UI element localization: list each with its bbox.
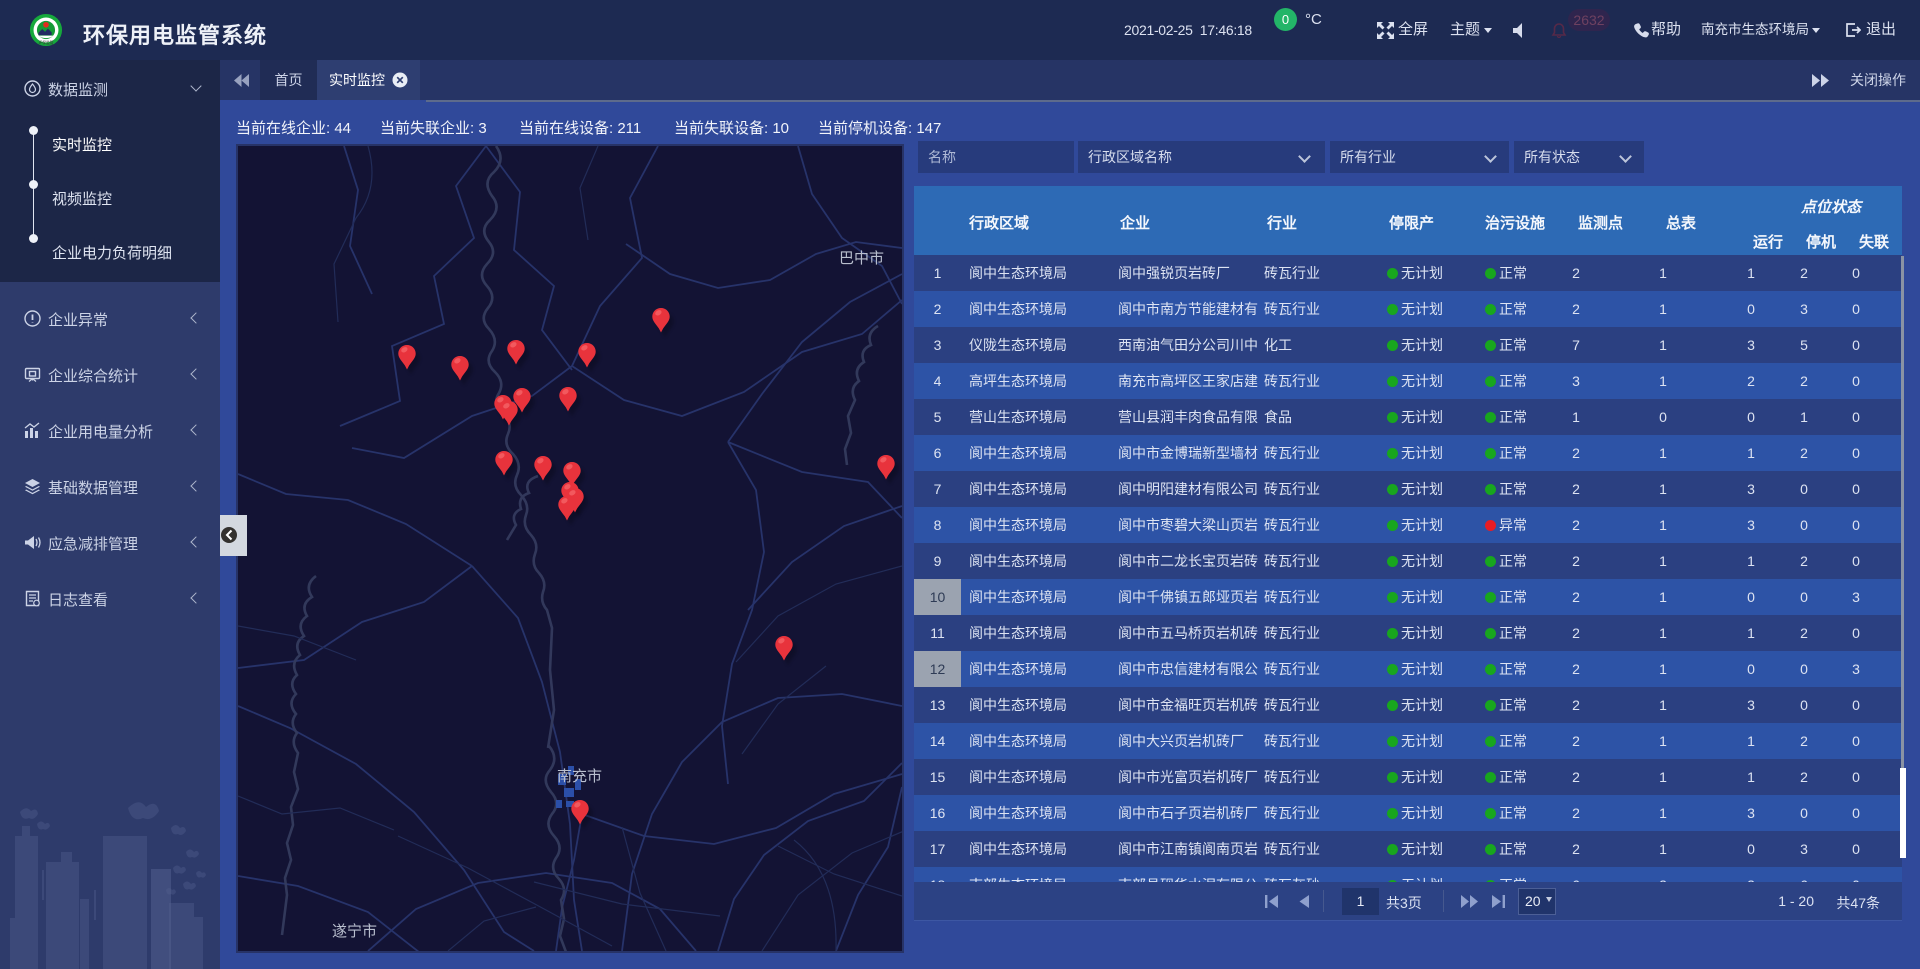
svg-text:巴中市: 巴中市	[839, 250, 884, 267]
svg-text:环保监管: 环保监管	[38, 40, 53, 45]
svg-text:南充市: 南充市	[557, 768, 602, 785]
svg-text:遂宁市: 遂宁市	[332, 923, 377, 940]
